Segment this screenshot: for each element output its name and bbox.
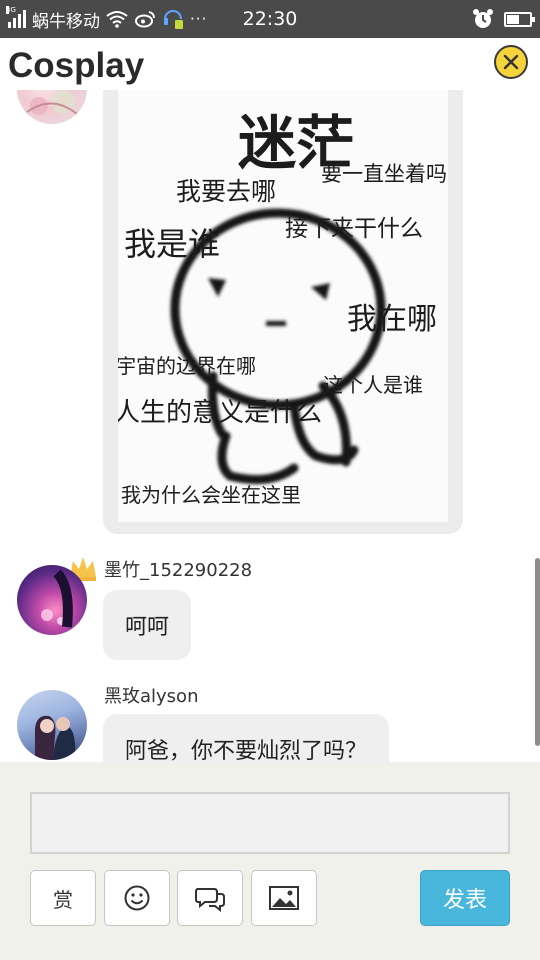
message-bubble[interactable]: 阿爸，你不要灿烈了吗？ [103, 714, 390, 762]
meme-image: 迷茫 我要去哪 要一直坐着吗 接下来干什么 我是谁 我在哪 宇宙的边界在哪 这个… [118, 90, 448, 522]
avatar-image [26, 90, 78, 115]
alarm-icon [473, 9, 493, 28]
page-title: Cosplay [8, 46, 145, 85]
send-button[interactable]: 发表 [420, 870, 510, 926]
chat-list[interactable]: 迷茫 我要去哪 要一直坐着吗 接下来干什么 我是谁 我在哪 宇宙的边界在哪 这个… [0, 90, 540, 762]
meme-phrase: 我在哪 [347, 302, 437, 337]
message-text: 阿爸，你不要灿烈了吗？ [125, 739, 368, 762]
status-bar: 3G 蜗牛移动 ··· 22:30 [0, 0, 540, 38]
avatar-image [35, 715, 76, 760]
meme-phrase: 接下来干什么 [285, 216, 423, 242]
avatar[interactable] [17, 690, 87, 760]
comment-input[interactable] [30, 792, 510, 854]
reward-label: 赏 [53, 887, 73, 912]
close-button[interactable] [494, 45, 528, 79]
clock: 22:30 [242, 8, 298, 30]
comments-button[interactable] [177, 870, 243, 926]
meme-phrase: 宇宙的边界在哪 [118, 354, 256, 378]
smiley-icon [124, 885, 150, 911]
meme-phrase: 我为什么会坐在这里 [121, 483, 301, 507]
composer: 赏 发表 [0, 762, 540, 960]
meme-phrase: 这个人是谁 [323, 373, 423, 397]
message-bubble[interactable]: 呵呵 [103, 590, 192, 660]
meme-phrase: 人生的意义是什么 [118, 398, 323, 428]
message-username: 黑玫alyson [104, 686, 199, 707]
image-message[interactable]: 迷茫 我要去哪 要一直坐着吗 接下来干什么 我是谁 我在哪 宇宙的边界在哪 这个… [103, 90, 463, 534]
image-button[interactable] [251, 870, 317, 926]
image-icon [269, 886, 299, 910]
message-text: 呵呵 [125, 615, 170, 640]
meme-phrase: 我是谁 [124, 225, 221, 263]
avatar-image [41, 569, 73, 628]
meme-phrase: 要一直坐着吗 [321, 162, 447, 186]
chat-bubbles-icon [195, 888, 225, 912]
send-label: 发表 [442, 888, 487, 913]
close-icon [503, 54, 519, 70]
battery-icon [504, 11, 535, 27]
avatar[interactable] [17, 90, 87, 124]
scrollbar[interactable] [535, 558, 540, 746]
meme-phrase: 我要去哪 [176, 177, 277, 206]
message-username: 墨竹_152290228 [104, 560, 253, 581]
avatar[interactable] [17, 565, 87, 635]
page-header: Cosplay [0, 38, 540, 90]
emoji-button[interactable] [104, 870, 170, 926]
reward-button[interactable]: 赏 [30, 870, 96, 926]
